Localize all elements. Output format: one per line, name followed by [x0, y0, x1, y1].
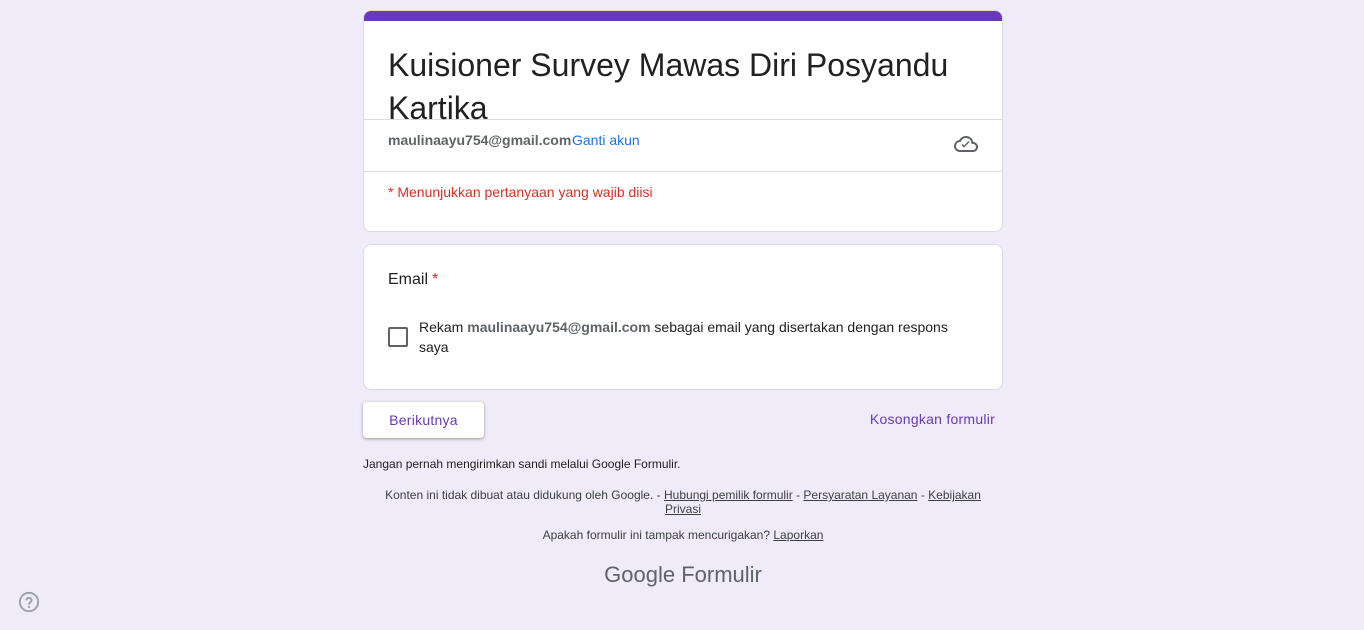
brand-product: Formulir — [681, 562, 762, 587]
required-star: * — [432, 271, 439, 288]
form-container: Kuisioner Survey Mawas Diri Posyandu Kar… — [363, 10, 1003, 450]
report-line: Apakah formulir ini tampak mencurigakan?… — [363, 528, 1003, 542]
footer-disclaimer: Konten ini tidak dibuat atau didukung ol… — [383, 488, 983, 516]
clear-form-button[interactable]: Kosongkan formulir — [870, 411, 995, 427]
record-email-checkbox[interactable] — [388, 327, 408, 347]
switch-account-link[interactable]: Ganti akun — [572, 132, 640, 148]
brand-google: Google — [604, 562, 676, 587]
checkbox-email: maulinaayu754@gmail.com — [467, 319, 651, 335]
cloud-check-icon — [954, 136, 978, 152]
account-email: maulinaayu754@gmail.com — [388, 132, 572, 148]
question-label: Email * — [388, 271, 438, 289]
accent-bar — [364, 11, 1002, 21]
required-note: * Menunjukkan pertanyaan yang wajib diis… — [388, 184, 653, 200]
question-label-text: Email — [388, 271, 429, 288]
checkbox-prefix: Rekam — [419, 319, 464, 335]
separator: - — [656, 488, 661, 502]
form-header-card: Kuisioner Survey Mawas Diri Posyandu Kar… — [363, 10, 1003, 232]
separator: - — [920, 488, 925, 502]
account-row: maulinaayu754@gmail.com Ganti akun — [364, 120, 1002, 171]
form-title: Kuisioner Survey Mawas Diri Posyandu Kar… — [388, 47, 949, 126]
terms-link[interactable]: Persyaratan Layanan — [803, 488, 917, 502]
suspicious-text: Apakah formulir ini tampak mencurigakan? — [542, 528, 771, 542]
disclaimer-text: Konten ini tidak dibuat atau didukung ol… — [385, 488, 654, 502]
help-icon[interactable] — [18, 591, 40, 613]
next-button[interactable]: Berikutnya — [363, 402, 484, 438]
email-question-card: Email * Rekam maulinaayu754@gmail.com seb… — [363, 244, 1003, 390]
password-warning: Jangan pernah mengirimkan sandi melalui … — [363, 457, 681, 471]
form-actions: Berikutnya Kosongkan formulir — [363, 402, 1003, 450]
contact-owner-link[interactable]: Hubungi pemilik formulir — [664, 488, 793, 502]
required-row: * Menunjukkan pertanyaan yang wajib diis… — [364, 172, 1002, 219]
record-email-label[interactable]: Rekam maulinaayu754@gmail.com sebagai em… — [419, 317, 979, 357]
google-forms-logo: Google Formulir — [363, 562, 1003, 588]
report-link[interactable]: Laporkan — [773, 528, 823, 542]
separator: - — [796, 488, 801, 502]
